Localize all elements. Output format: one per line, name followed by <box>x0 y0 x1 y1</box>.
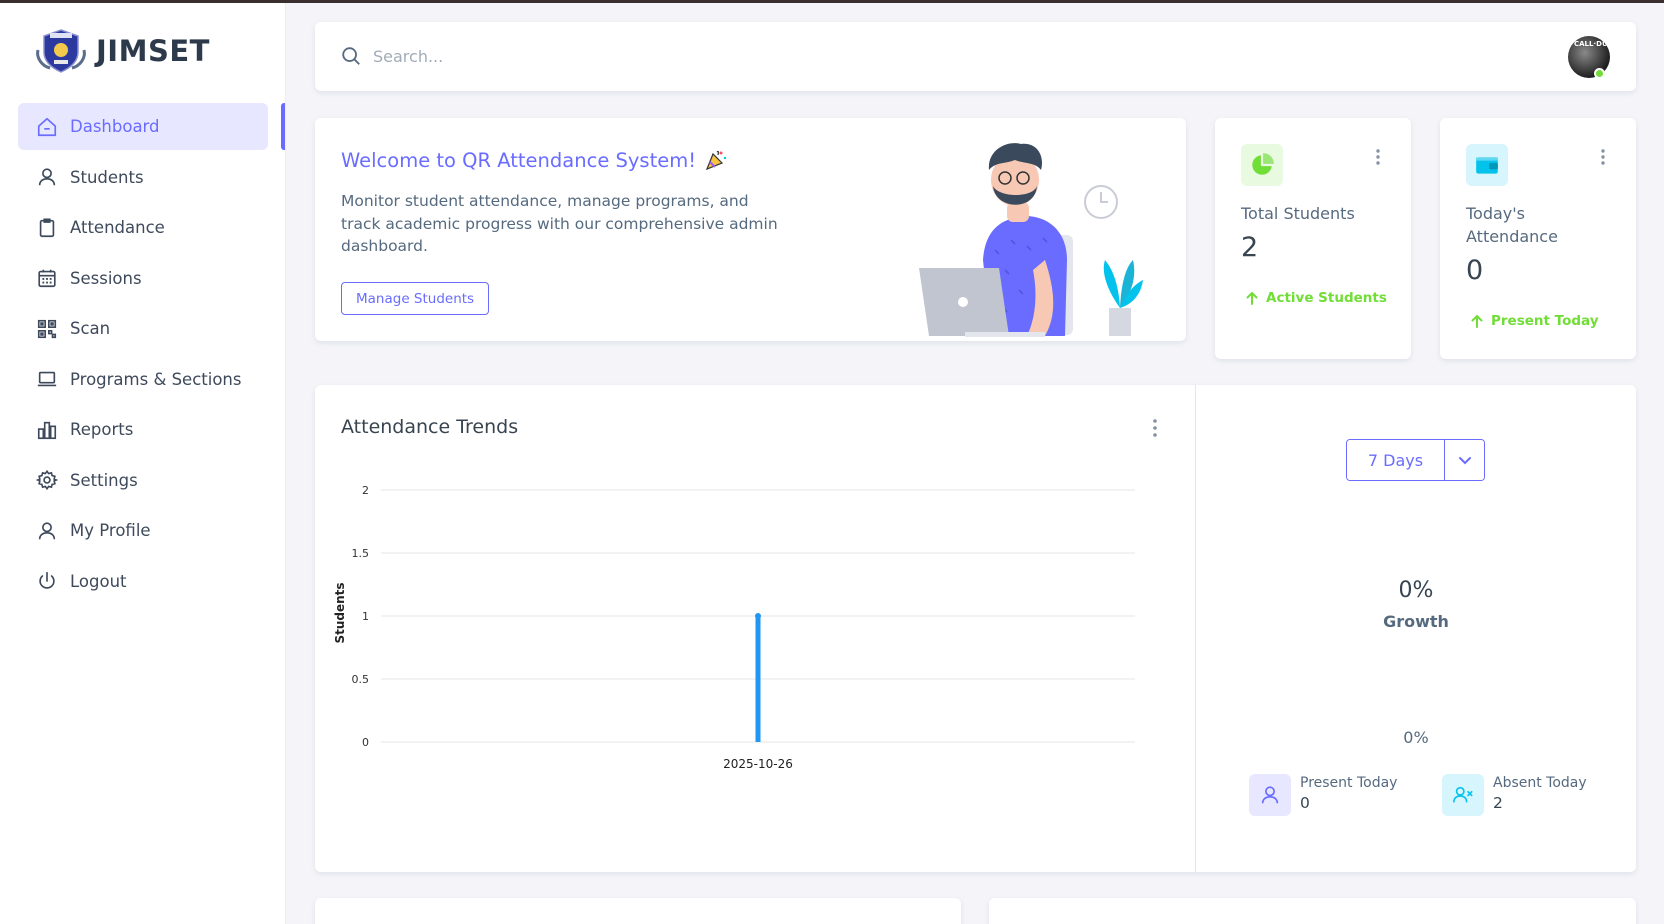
sidebar-item-label: Settings <box>70 470 138 490</box>
attendance-trends-chart: 0 0.5 1 1.5 2 2025-10-26 Students <box>333 485 1135 771</box>
growth-value: 0% <box>1398 578 1434 603</box>
todays-attendance-card: Today's Attendance 0 Present Today <box>1440 118 1636 359</box>
more-vertical-icon[interactable] <box>1600 148 1606 166</box>
sidebar-item-label: Sessions <box>70 268 142 288</box>
user-icon <box>1249 774 1291 816</box>
sidebar: JIMSET Dashboard Students Attendance Ses… <box>0 3 286 924</box>
sidebar-item-label: Scan <box>70 319 111 338</box>
chart-y-axis-label: Students <box>333 582 347 643</box>
range-button[interactable]: 7 Days <box>1347 440 1444 480</box>
sidebar-item-logout[interactable]: Logout <box>18 558 268 605</box>
stat-trend-label: Active Students <box>1266 290 1387 306</box>
bar-chart-icon <box>36 419 58 441</box>
attendance-trends-card: Attendance Trends 0 0.5 1 1.5 2 2025-10-26 S… <box>315 385 1636 872</box>
man-with-laptop-illustration <box>919 143 1143 337</box>
absent-today-value: 2 <box>1493 794 1503 812</box>
growth-label: Growth <box>1383 612 1449 631</box>
search-icon <box>342 47 360 65</box>
bottom-left-card <box>315 898 961 924</box>
pie-chart-icon <box>1241 144 1283 186</box>
sidebar-item-label: Attendance <box>70 218 165 237</box>
sidebar-item-students[interactable]: Students <box>18 154 268 201</box>
brand[interactable]: JIMSET <box>34 28 210 74</box>
active-indicator <box>281 103 285 150</box>
chart-x-tick-label: 2025-10-26 <box>723 757 793 771</box>
sidebar-item-my-profile[interactable]: My Profile <box>18 507 268 554</box>
bottom-right-card <box>989 898 1636 924</box>
sidebar-item-sessions[interactable]: Sessions <box>18 255 268 302</box>
present-today-value: 0 <box>1300 794 1310 812</box>
chart-y-tick-label: 0.5 <box>352 673 370 686</box>
sidebar-item-dashboard[interactable]: Dashboard <box>18 103 268 150</box>
top-navbar: CALL·DUTY <box>315 22 1636 91</box>
more-vertical-icon[interactable] <box>1152 418 1158 438</box>
chart-y-tick-label: 1 <box>362 610 369 623</box>
sidebar-item-label: Reports <box>70 420 134 439</box>
user-icon <box>36 520 58 542</box>
search-input[interactable] <box>373 38 873 74</box>
chart-bar[interactable] <box>755 616 761 742</box>
total-students-card: Total Students 2 Active Students <box>1215 118 1411 359</box>
welcome-description: Monitor student attendance, manage progr… <box>341 192 778 255</box>
chart-bar-cap <box>755 613 761 619</box>
stat-trend: Active Students <box>1245 290 1387 306</box>
party-popper-icon <box>705 150 727 171</box>
absent-today-stat: Absent Today 2 <box>1442 774 1587 816</box>
laptop-icon <box>36 368 58 390</box>
more-vertical-icon[interactable] <box>1375 148 1381 166</box>
chart-y-tick-label: 2 <box>362 485 369 497</box>
arrow-up-icon <box>1471 314 1483 328</box>
present-today-label: Present Today <box>1300 775 1398 791</box>
chart-y-tick-label: 0 <box>362 736 369 749</box>
arrow-up-icon <box>1246 291 1258 305</box>
sidebar-item-attendance[interactable]: Attendance <box>18 204 268 251</box>
sidebar-item-label: Students <box>70 167 144 187</box>
stat-value: 2 <box>1241 232 1259 263</box>
avatar-text: CALL·DUTY <box>1574 40 1610 48</box>
sidebar-item-label: Dashboard <box>70 117 160 136</box>
qr-code-icon <box>36 318 58 340</box>
user-icon <box>36 166 58 188</box>
welcome-card: Welcome to QR Attendance System! Monitor… <box>315 118 1186 341</box>
welcome-title-text: Welcome to QR Attendance System! <box>341 148 697 172</box>
sidebar-menu: Dashboard Students Attendance Sessions S… <box>18 103 268 608</box>
clipboard-icon <box>36 217 58 239</box>
sidebar-item-label: Programs & Sections <box>70 369 242 389</box>
present-today-stat: Present Today 0 <box>1249 774 1397 816</box>
stat-trend-label: Present Today <box>1491 313 1599 329</box>
brand-name: JIMSET <box>96 34 210 68</box>
sidebar-item-label: My Profile <box>70 521 151 540</box>
user-x-icon <box>1442 774 1484 816</box>
sidebar-item-programs-sections[interactable]: Programs & Sections <box>18 356 268 403</box>
chart-y-tick-label: 1.5 <box>352 547 370 560</box>
calendar-icon <box>36 267 58 289</box>
wallet-icon <box>1466 144 1508 186</box>
sidebar-item-label: Logout <box>70 571 127 591</box>
stat-label: Today's Attendance <box>1466 204 1558 246</box>
chevron-down-icon <box>1458 457 1471 465</box>
sidebar-item-reports[interactable]: Reports <box>18 406 268 453</box>
sidebar-item-settings[interactable]: Settings <box>18 457 268 504</box>
gauge-value: 0% <box>1403 728 1429 747</box>
gear-icon <box>36 469 58 491</box>
sidebar-item-scan[interactable]: Scan <box>18 305 268 352</box>
stat-label: Total Students <box>1241 204 1355 223</box>
power-icon <box>36 570 58 592</box>
stat-value: 0 <box>1466 255 1484 286</box>
home-icon <box>36 116 58 138</box>
welcome-title: Welcome to QR Attendance System! <box>341 148 728 172</box>
manage-students-button[interactable]: Manage Students <box>341 282 490 315</box>
school-crest-logo <box>36 29 86 73</box>
range-dropdown-toggle[interactable] <box>1444 440 1484 480</box>
absent-today-label: Absent Today <box>1493 775 1587 791</box>
trends-title: Attendance Trends <box>341 416 519 438</box>
range-select: 7 Days <box>1346 439 1485 481</box>
online-status-dot <box>1594 68 1605 79</box>
stat-trend: Present Today <box>1470 313 1599 329</box>
